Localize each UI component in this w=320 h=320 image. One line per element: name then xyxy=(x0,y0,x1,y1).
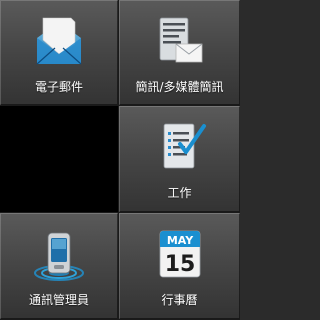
tile-calendar[interactable]: MAY 15 行事曆 xyxy=(119,213,240,320)
calendar-day-text: 15 xyxy=(164,252,195,277)
tile-comm-manager-label: 通訊管理員 xyxy=(28,293,89,307)
tile-calendar-label: 行事曆 xyxy=(161,293,198,307)
tasks-checklist-icon xyxy=(163,123,206,169)
sms-mms-icon xyxy=(159,17,202,63)
tile-email-label: 電子郵件 xyxy=(34,80,83,94)
tile-sms-mms-label: 簡訊/多媒體簡訊 xyxy=(135,80,224,94)
tile-tasks-label: 工作 xyxy=(167,186,192,200)
tile-tasks[interactable]: 工作 xyxy=(119,106,240,213)
comm-manager-phone-icon xyxy=(34,232,84,281)
email-envelope-icon xyxy=(36,17,82,65)
calendar-icon: MAY 15 xyxy=(159,230,200,278)
tile-email[interactable]: 電子郵件 xyxy=(0,0,119,106)
tile-comm-manager[interactable]: 通訊管理員 xyxy=(0,213,119,320)
start-menu-grid: 電子郵件 簡訊/多媒體簡訊 工作 通訊管理員 MAY 15 行事曆 xyxy=(0,0,240,320)
tile-sms-mms[interactable]: 簡訊/多媒體簡訊 xyxy=(119,0,240,106)
tile-empty xyxy=(0,106,119,213)
calendar-month-text: MAY xyxy=(166,234,193,247)
